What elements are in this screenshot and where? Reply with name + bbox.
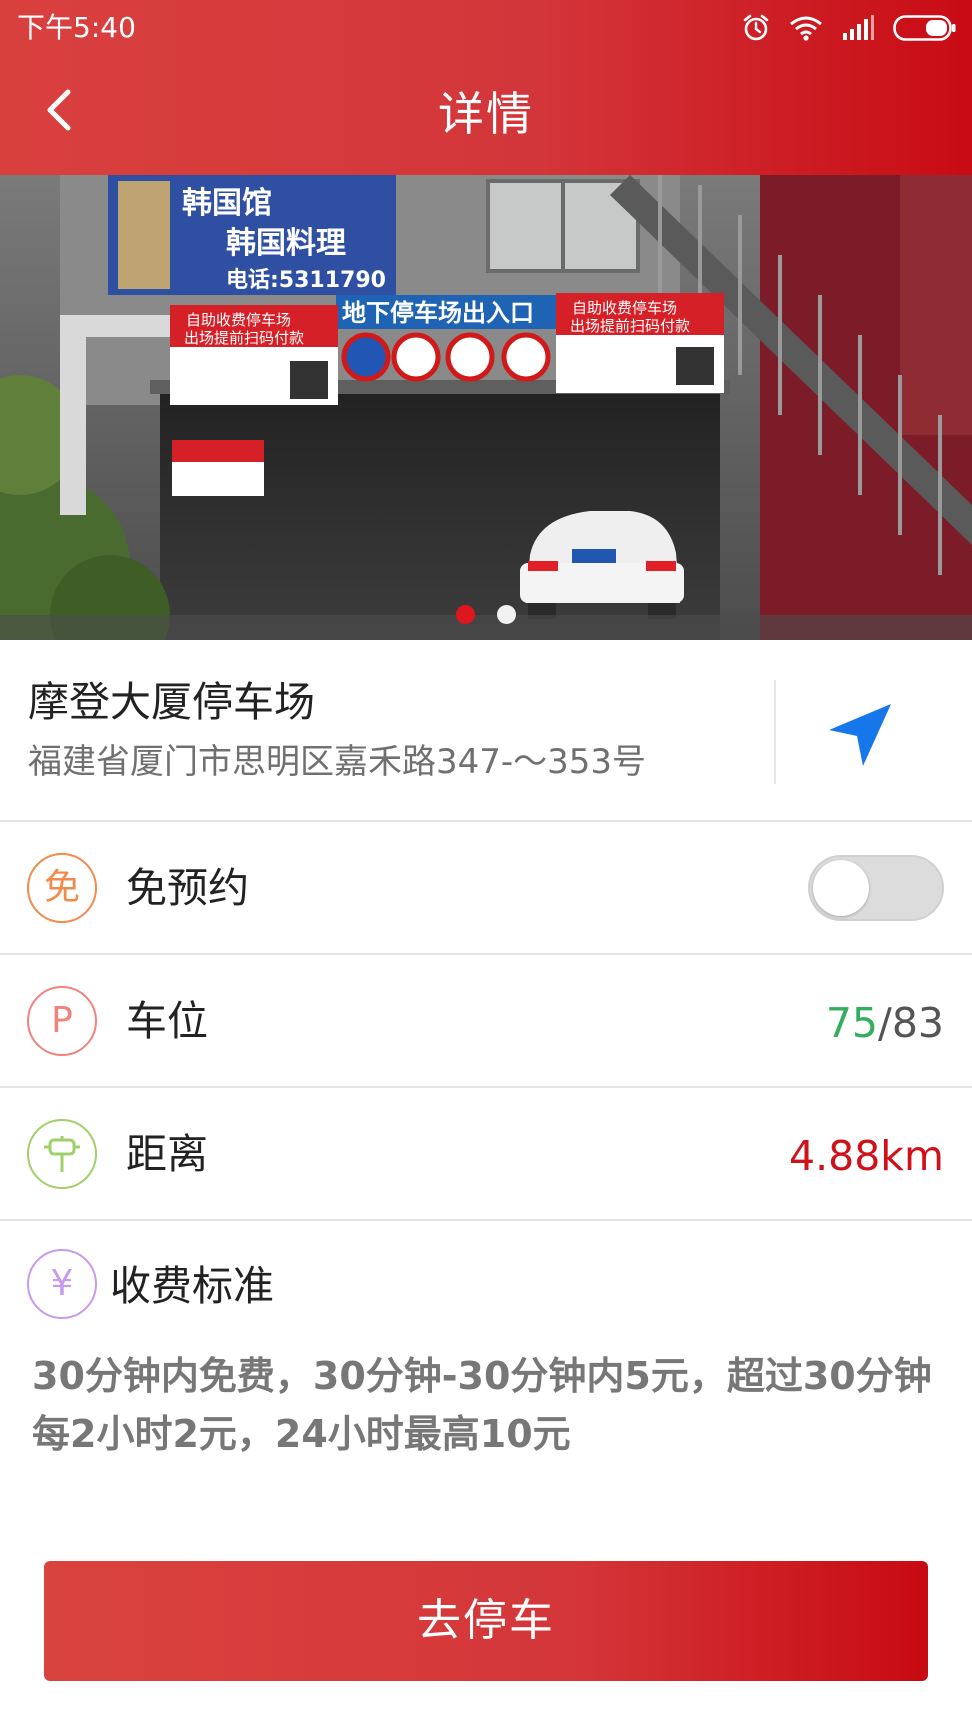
spaces-icon-char: P: [51, 1000, 73, 1041]
reservation-toggle[interactable]: [808, 855, 944, 921]
parking-spaces-row: P 车位 75/83: [0, 955, 972, 1088]
status-bar: 下午5:40: [0, 0, 972, 56]
alarm-icon: [743, 14, 769, 41]
reservation-icon-char: 免: [43, 867, 80, 908]
info-divider: [774, 680, 776, 784]
distance-pin-icon: [27, 1119, 97, 1189]
photo-carousel[interactable]: 韩国馆 韩国料理 电话:5311790 地下停车场出入口 自助收费停车场 出场提…: [0, 175, 972, 640]
spaces-separator: /: [878, 999, 892, 1047]
distance-value: 4.88km: [789, 1132, 944, 1180]
signal-icon: [843, 15, 874, 40]
yuan-icon: ¥: [27, 1249, 97, 1319]
fee-description: 30分钟内免费，30分钟-30分钟内5元，超过30分钟每2小时2元，24小时最高…: [32, 1354, 932, 1456]
fee-title: 收费标准: [110, 1262, 274, 1310]
free-reservation-icon: 免: [27, 853, 97, 923]
photo-notice-title-right: 自助收费停车场: [572, 299, 677, 317]
carousel-dot-2[interactable]: [497, 605, 516, 624]
reservation-row: 免 免预约: [0, 822, 972, 955]
carousel-indicators: [0, 605, 972, 624]
photo-sign-food: 韩国料理: [226, 226, 346, 261]
title-bar: 详情: [0, 56, 972, 175]
status-time: 下午5:40: [17, 11, 136, 44]
distance-row: 距离 4.88km: [0, 1088, 972, 1221]
navigation-arrow-icon: [829, 704, 891, 766]
reservation-label: 免预约: [126, 864, 249, 912]
fee-icon-char: ¥: [50, 1263, 74, 1304]
wifi-icon: [790, 16, 822, 41]
battery-icon: [893, 15, 956, 41]
parking-p-icon: P: [27, 986, 97, 1056]
spaces-total: 83: [891, 999, 944, 1047]
photo-sign-entrance: 地下停车场出入口: [342, 299, 534, 327]
parking-lot-address: 福建省厦门市思明区嘉禾路347-～353号: [28, 742, 647, 782]
photo-notice-title-left: 自助收费停车场: [186, 311, 291, 329]
parking-entrance-photo: 韩国馆 韩国料理 电话:5311790 地下停车场出入口 自助收费停车场 出场提…: [0, 175, 972, 640]
distance-label: 距离: [126, 1130, 208, 1178]
go-parking-button[interactable]: 去停车: [44, 1561, 928, 1681]
parking-lot-info: 摩登大厦停车场 福建省厦门市思明区嘉禾路347-～353号: [0, 640, 972, 822]
status-icons: [741, 12, 957, 44]
page-title: 详情: [438, 87, 534, 141]
carousel-dot-1[interactable]: [456, 605, 475, 624]
toggle-knob: [813, 860, 869, 916]
spaces-label: 车位: [126, 997, 208, 1045]
parking-lot-name: 摩登大厦停车场: [28, 678, 315, 726]
photo-sign-phone: 电话:5311790: [226, 268, 386, 293]
photo-notice-subtitle-right: 出场提前扫码付款: [570, 317, 690, 335]
app-header: 下午5:40 详情: [0, 0, 972, 175]
spaces-available: 75: [825, 999, 878, 1047]
navigate-button[interactable]: [820, 695, 900, 775]
fee-header: ¥ 收费标准: [0, 1222, 972, 1342]
spaces-value: 75/83: [826, 995, 944, 1051]
photo-sign-restaurant: 韩国馆: [182, 186, 272, 221]
photo-notice-subtitle-left: 出场提前扫码付款: [184, 329, 304, 347]
